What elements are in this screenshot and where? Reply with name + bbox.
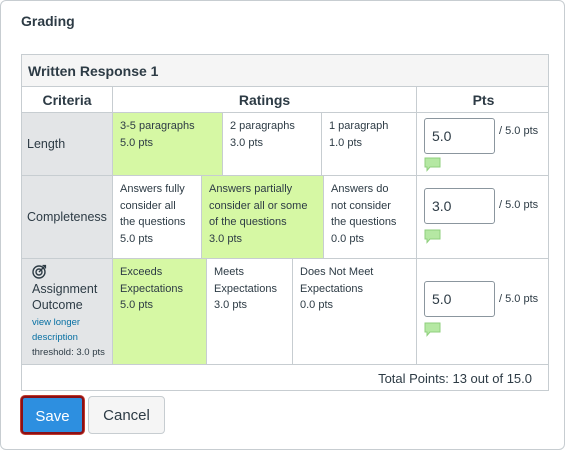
view-longer-description-link[interactable]: view longer	[32, 315, 105, 330]
rating-points: 0.0 pts	[300, 299, 334, 311]
points-possible: / 5.0 pts	[499, 293, 539, 305]
rubric-table: Written Response 1 Criteria Ratings Pts …	[21, 54, 549, 391]
rating-points: 3.0 pts	[230, 136, 264, 149]
rating-option[interactable]: 1 paragraph 1.0 pts	[322, 113, 417, 176]
rating-description: Meets	[214, 266, 244, 278]
section-title: Grading	[21, 13, 75, 29]
cancel-button[interactable]: Cancel	[88, 396, 165, 434]
points-cell: 5.0 / 5.0 pts	[417, 259, 548, 365]
rating-points: 3.0 pts	[214, 299, 248, 311]
rating-points: 3.0 pts	[209, 232, 243, 245]
points-possible: / 5.0 pts	[499, 199, 539, 211]
comment-icon[interactable]	[424, 229, 441, 244]
points-input[interactable]: 3.0	[424, 188, 495, 224]
rating-description: consider all	[120, 199, 176, 212]
criterion-label: Completeness	[27, 210, 107, 224]
rating-option[interactable]: 2 paragraphs 3.0 pts	[223, 113, 322, 176]
rating-description: 3-5 paragraphs	[120, 120, 195, 132]
rating-description: consider all or some	[209, 199, 308, 212]
rating-description: Answers do	[331, 183, 389, 195]
criterion-length: Length	[22, 113, 113, 176]
points-possible: / 5.0 pts	[499, 125, 539, 137]
ratings-header: Ratings	[113, 87, 417, 113]
criteria-header: Criteria	[22, 87, 113, 113]
rating-description: Expectations	[214, 282, 277, 295]
rating-description: the questions	[331, 216, 397, 228]
rating-option[interactable]: Answers do not consider the questions 0.…	[324, 176, 417, 259]
rating-option[interactable]: 3-5 paragraphs 5.0 pts	[113, 113, 223, 176]
rating-option[interactable]: Does Not Meet Expectations 0.0 pts	[293, 259, 417, 365]
outcome-target-icon	[32, 264, 47, 279]
criterion-label: Outcome	[32, 298, 83, 312]
save-button[interactable]: Save	[21, 396, 84, 434]
criterion-completeness: Completeness	[22, 176, 113, 259]
comment-icon[interactable]	[424, 157, 441, 172]
rubric-title: Written Response 1	[22, 55, 548, 87]
rating-option[interactable]: Answers partially consider all or some o…	[202, 176, 324, 259]
criterion-label: Length	[27, 137, 66, 151]
rating-description: the questions	[120, 216, 186, 228]
points-input[interactable]: 5.0	[424, 118, 495, 154]
rating-description: of the questions	[209, 216, 287, 228]
rating-description: Answers fully	[120, 183, 185, 195]
pts-header: Pts	[417, 87, 548, 113]
threshold-text: threshold: 3.0 pts	[32, 347, 105, 358]
rating-points: 0.0 pts	[331, 232, 365, 245]
rating-description: not consider	[331, 199, 391, 212]
rating-points: 5.0 pts	[120, 299, 154, 311]
points-cell: 3.0 / 5.0 pts	[417, 176, 548, 259]
rating-option[interactable]: Answers fully consider all the questions…	[113, 176, 202, 259]
rating-description: 1 paragraph	[329, 120, 389, 132]
points-input[interactable]: 5.0	[424, 281, 495, 317]
view-longer-description-link[interactable]: description	[32, 330, 105, 345]
rating-description: Expectations	[300, 282, 363, 295]
rating-points: 1.0 pts	[329, 136, 363, 149]
criterion-label: Assignment	[32, 282, 98, 296]
rating-description: Exceeds	[120, 266, 163, 278]
rating-description: 2 paragraphs	[230, 120, 295, 132]
rating-points: 5.0 pts	[120, 232, 154, 245]
rating-option[interactable]: Exceeds Expectations 5.0 pts	[113, 259, 207, 365]
total-points: Total Points: 13 out of 15.0	[22, 365, 548, 390]
rating-description: Expectations	[120, 282, 183, 295]
rating-description: Answers partially	[209, 183, 293, 195]
points-cell: 5.0 / 5.0 pts	[417, 113, 548, 176]
criterion-assignment-outcome: Assignment Outcome view longer descripti…	[22, 259, 113, 365]
comment-icon[interactable]	[424, 322, 441, 337]
rating-points: 5.0 pts	[120, 136, 154, 149]
rating-option[interactable]: Meets Expectations 3.0 pts	[207, 259, 293, 365]
rating-description: Does Not Meet	[300, 266, 374, 278]
